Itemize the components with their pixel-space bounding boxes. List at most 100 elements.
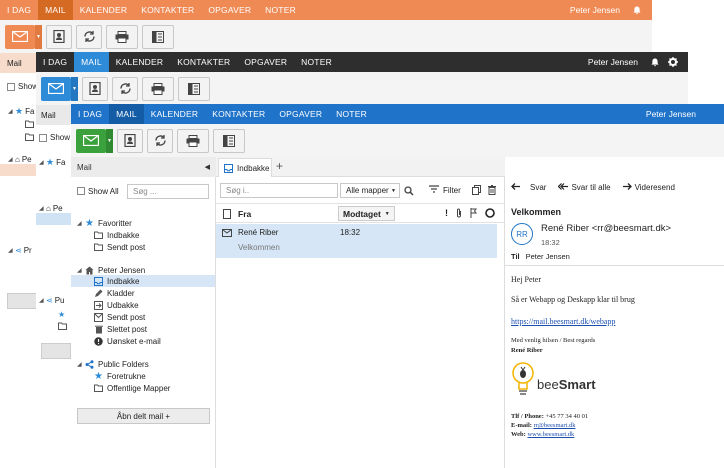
nav-today[interactable]: I DAG xyxy=(0,0,38,20)
star-icon: ★ xyxy=(58,309,66,319)
gear-icon[interactable] xyxy=(666,57,680,67)
top-nav: I DAG MAIL KALENDER KONTAKTER OPGAVER NO… xyxy=(36,52,688,72)
favorites-node[interactable]: ◢ ★ Favoritter xyxy=(77,217,132,229)
public-node[interactable]: ◢ ⋖ Pu xyxy=(39,294,65,306)
forward-button[interactable]: Videresend xyxy=(622,183,675,192)
trash-icon[interactable] xyxy=(488,185,496,197)
email-link[interactable]: rr@beesmart.dk xyxy=(534,422,576,429)
sidebar-tab-mail[interactable]: Mail xyxy=(36,105,72,125)
folder-item-deleted[interactable]: Slettet post xyxy=(93,323,147,335)
trash-icon xyxy=(93,324,104,334)
sender-address[interactable]: René Riber <rr@beesmart.dk> xyxy=(541,223,671,234)
chevron-down-icon[interactable]: ▼ xyxy=(35,24,42,49)
favorites-node[interactable]: ◢ ★ Fa xyxy=(39,156,65,168)
nav-today[interactable]: I DAG xyxy=(36,52,74,72)
user-name[interactable]: Peter Jensen xyxy=(646,109,724,119)
bell-icon[interactable] xyxy=(630,6,644,15)
reply-all-icon xyxy=(558,183,569,192)
user-name[interactable]: Peter Jensen xyxy=(588,57,648,67)
nav-tasks[interactable]: OPGAVER xyxy=(201,0,258,20)
doc-icon xyxy=(223,209,231,221)
add-tab-button[interactable]: + xyxy=(276,159,283,173)
layout-button[interactable] xyxy=(213,128,245,153)
arrow-right-icon xyxy=(622,183,632,192)
folder-item[interactable]: Sendt post xyxy=(93,241,145,253)
layout-button[interactable] xyxy=(178,76,210,101)
sidebar-tab-mail[interactable]: Mail xyxy=(0,53,36,73)
chevron-down-icon[interactable]: ▼ xyxy=(71,76,78,101)
nav-contacts[interactable]: KONTAKTER xyxy=(170,52,237,72)
sync-button[interactable] xyxy=(147,128,173,153)
web-link[interactable]: www.beesmart.dk xyxy=(527,431,574,438)
show-all-checkbox[interactable]: Show All xyxy=(77,182,119,200)
attachment-icon[interactable] xyxy=(456,208,462,220)
nav-calendar[interactable]: KALENDER xyxy=(73,0,134,20)
status-circle-icon[interactable] xyxy=(485,208,495,220)
layout-button[interactable] xyxy=(142,24,174,49)
folder-search-input[interactable]: Søg ... xyxy=(127,184,209,199)
folder-item[interactable]: Indbakke xyxy=(93,229,139,241)
nav-calendar[interactable]: KALENDER xyxy=(144,104,205,124)
nav-calendar[interactable]: KALENDER xyxy=(109,52,170,72)
user-name[interactable]: Peter Jensen xyxy=(570,5,630,15)
show-all-checkbox[interactable]: Show xyxy=(39,133,70,142)
public-node[interactable]: ◢ ⋖ Pr xyxy=(8,244,32,256)
brand-smart: Smart xyxy=(558,377,596,392)
webapp-link[interactable]: https://mail.beesmart.dk/webapp xyxy=(511,317,615,326)
search-icon[interactable] xyxy=(404,186,414,198)
print-button[interactable] xyxy=(106,24,138,49)
open-shared-button-bg[interactable] xyxy=(41,343,71,359)
nav-notes[interactable]: NOTER xyxy=(294,52,339,72)
nav-tasks[interactable]: OPGAVER xyxy=(272,104,329,124)
message-row[interactable]: René Riber 18:32 Velkommen xyxy=(216,224,497,258)
public-folders-node[interactable]: ◢ Public Folders xyxy=(77,358,149,370)
open-shared-mail-button[interactable]: Åbn delt mail + xyxy=(77,408,210,424)
nav-contacts[interactable]: KONTAKTER xyxy=(205,104,272,124)
sync-button[interactable] xyxy=(112,76,138,101)
folder-item-outbox[interactable]: Udbakke xyxy=(93,299,139,311)
folder-scope-select[interactable]: Alle mapper ▼ xyxy=(340,183,400,198)
contacts-button[interactable] xyxy=(46,24,72,49)
column-from[interactable]: Fra xyxy=(238,209,251,219)
folder-item-inbox[interactable]: Indbakke xyxy=(93,275,139,287)
folder-item[interactable]: Offentlige Mapper xyxy=(93,382,170,394)
reply-all-button[interactable]: Svar til alle xyxy=(558,183,611,192)
tab-inbox[interactable]: Indbakke xyxy=(218,158,272,177)
contacts-button[interactable] xyxy=(82,76,108,101)
folder-item-drafts[interactable]: Kladder xyxy=(93,287,135,299)
column-received[interactable]: Modtaget ▼ xyxy=(338,206,395,221)
flag-icon[interactable] xyxy=(470,208,477,220)
collapse-icon[interactable]: ◀ xyxy=(205,163,210,171)
nav-notes[interactable]: NOTER xyxy=(329,104,374,124)
nav-mail[interactable]: MAIL xyxy=(74,52,109,72)
list-search-input[interactable]: Søg i.. xyxy=(220,183,338,198)
favorites-node[interactable]: ◢ ★ Fa xyxy=(8,105,34,117)
print-button[interactable] xyxy=(177,128,209,153)
header-divider xyxy=(505,265,724,266)
bell-icon[interactable] xyxy=(648,58,662,67)
new-mail-button[interactable] xyxy=(41,76,71,101)
show-all-checkbox[interactable]: Show xyxy=(7,82,38,91)
nav-contacts[interactable]: KONTAKTER xyxy=(134,0,201,20)
chevron-down-icon[interactable]: ▼ xyxy=(106,128,113,153)
nav-mail[interactable]: MAIL xyxy=(109,104,144,124)
folder-item[interactable]: ★ Foretrukne xyxy=(93,370,146,382)
copy-icon[interactable] xyxy=(472,185,481,197)
signature-name: René Riber xyxy=(511,347,543,354)
folder-item-junk[interactable]: Uønsket e-mail xyxy=(93,335,161,347)
reply-button[interactable]: Svar xyxy=(511,183,546,192)
sent-icon xyxy=(93,312,104,322)
nav-mail[interactable]: MAIL xyxy=(38,0,73,20)
print-button[interactable] xyxy=(142,76,174,101)
nav-tasks[interactable]: OPGAVER xyxy=(237,52,294,72)
nav-notes[interactable]: NOTER xyxy=(258,0,303,20)
nav-today[interactable]: I DAG xyxy=(71,104,109,124)
new-mail-button[interactable] xyxy=(5,24,35,49)
open-shared-button-bg[interactable] xyxy=(7,293,37,309)
filter-button[interactable]: Filter xyxy=(429,185,461,195)
contacts-button[interactable] xyxy=(117,128,143,153)
folder-item-sent[interactable]: Sendt post xyxy=(93,311,145,323)
sync-button[interactable] xyxy=(76,24,102,49)
new-mail-button[interactable] xyxy=(76,128,106,153)
importance-icon[interactable]: ! xyxy=(445,208,448,218)
